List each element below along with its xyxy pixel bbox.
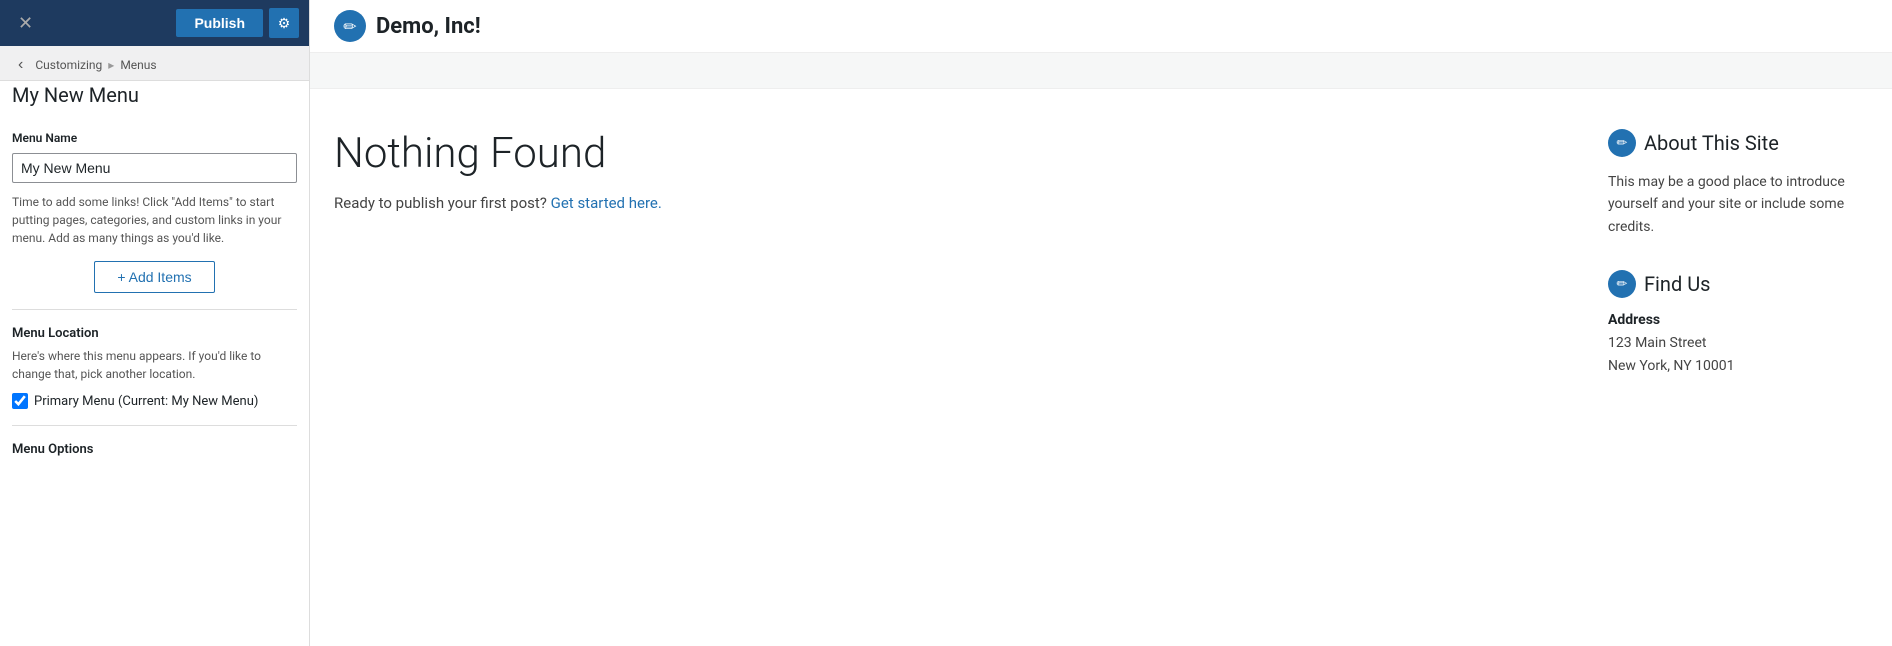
- breadcrumb-separator: ▸: [108, 58, 114, 72]
- close-button[interactable]: ✕: [10, 9, 41, 38]
- sidebar-content: Menu Name Time to add some links! Click …: [0, 115, 309, 479]
- nav-bar: [310, 53, 1892, 89]
- address-line2: New York, NY 10001: [1608, 355, 1868, 377]
- back-button[interactable]: ‹: [12, 54, 29, 76]
- pencil-icon: ✏: [343, 17, 356, 36]
- menu-location-hint: Here's where this menu appears. If you'd…: [12, 347, 297, 383]
- site-logo-icon: ✏: [334, 10, 366, 42]
- about-widget-title: About This Site: [1644, 131, 1779, 155]
- find-us-widget-title: Find Us: [1644, 272, 1711, 296]
- sidebar: ✕ Publish ⚙ ‹ Customizing ▸ Menus My New…: [0, 0, 310, 646]
- primary-menu-checkbox[interactable]: [12, 393, 28, 409]
- address-line1: 123 Main Street: [1608, 332, 1868, 354]
- about-pencil-icon: ✏: [1608, 129, 1636, 157]
- site-header: ✏ Demo, Inc!: [310, 0, 1892, 53]
- topbar: ✕ Publish ⚙: [0, 0, 309, 46]
- about-widget: ✏ About This Site This may be a good pla…: [1608, 129, 1868, 238]
- gear-button[interactable]: ⚙: [269, 8, 299, 38]
- find-us-widget-title-row: ✏ Find Us: [1608, 270, 1868, 298]
- site-title: Demo, Inc!: [376, 14, 481, 39]
- menu-hint-text: Time to add some links! Click "Add Items…: [12, 193, 297, 247]
- publish-button[interactable]: Publish: [176, 9, 263, 37]
- menu-title: My New Menu: [0, 81, 309, 115]
- publish-area: Publish ⚙: [176, 8, 299, 38]
- sidebar-widgets: ✏ About This Site This may be a good pla…: [1608, 129, 1868, 606]
- nothing-found-sub: Ready to publish your first post? Get st…: [334, 194, 1548, 212]
- primary-menu-checkbox-row[interactable]: Primary Menu (Current: My New Menu): [12, 393, 297, 409]
- main-content: Nothing Found Ready to publish your firs…: [334, 129, 1548, 606]
- menu-options-header: Menu Options: [12, 442, 297, 457]
- menu-location-header: Menu Location: [12, 326, 297, 341]
- breadcrumb-bar: ‹ Customizing ▸ Menus: [0, 46, 309, 81]
- breadcrumb-parent: Customizing: [35, 58, 102, 72]
- about-widget-title-row: ✏ About This Site: [1608, 129, 1868, 157]
- site-body: Nothing Found Ready to publish your firs…: [310, 89, 1892, 646]
- breadcrumb-section: Menus: [120, 58, 156, 72]
- address-label: Address: [1608, 312, 1868, 328]
- menu-name-label: Menu Name: [12, 131, 297, 145]
- get-started-link[interactable]: Get started here.: [551, 194, 662, 212]
- divider-2: [12, 425, 297, 426]
- primary-menu-label: Primary Menu (Current: My New Menu): [34, 394, 258, 409]
- preview-panel: ✏ Demo, Inc! Nothing Found Ready to publ…: [310, 0, 1892, 646]
- menu-name-input[interactable]: [12, 153, 297, 183]
- about-widget-body: This may be a good place to introduce yo…: [1608, 171, 1868, 238]
- find-us-pencil-icon: ✏: [1608, 270, 1636, 298]
- divider-1: [12, 309, 297, 310]
- nothing-found-heading: Nothing Found: [334, 129, 1548, 178]
- find-us-widget: ✏ Find Us Address 123 Main Street New Yo…: [1608, 270, 1868, 377]
- add-items-button[interactable]: + Add Items: [94, 261, 214, 293]
